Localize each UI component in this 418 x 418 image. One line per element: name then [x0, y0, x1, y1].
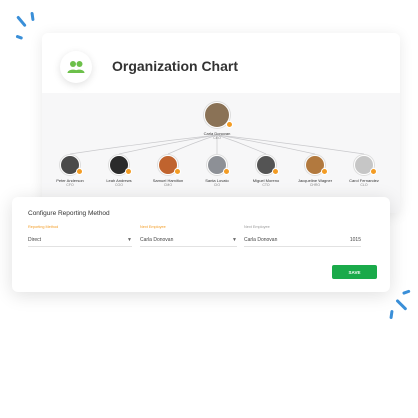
employee-role: COO	[115, 183, 123, 187]
org-chart-node[interactable]: Samuel Hamilton CMO	[142, 155, 194, 187]
org-chart-node[interactable]: Carla Donovan CEO	[191, 102, 243, 140]
decor-stroke	[395, 299, 408, 311]
org-chart-node[interactable]: Santa Lovato CIO	[191, 155, 243, 187]
employee-role: CFO	[66, 183, 74, 187]
next-employee-field[interactable]: Next Employee Carla Donovan ▼	[140, 225, 237, 247]
reporting-method-field[interactable]: Reporting Method Direct ▼	[28, 225, 132, 247]
org-chart-card: Organization Chart Carla Donovan CEO Peter…	[42, 33, 400, 213]
decor-stroke	[30, 11, 35, 22]
employee-role: CEO	[213, 136, 221, 140]
field-value: Direct	[28, 236, 42, 243]
status-badge	[76, 168, 83, 175]
status-badge	[272, 168, 279, 175]
status-badge	[125, 168, 132, 175]
avatar	[109, 155, 132, 175]
employee-role: CIO	[213, 183, 221, 187]
decor-stroke	[16, 15, 27, 28]
org-chart-node[interactable]: Carol Fernandez CLO	[338, 155, 390, 187]
chevron-down-icon[interactable]: ▼	[232, 237, 237, 243]
field-label: Next Employee	[140, 225, 166, 229]
employee-role: CMO	[163, 183, 173, 187]
decor-stroke	[15, 35, 23, 40]
avatar	[60, 155, 83, 175]
status-badge	[226, 121, 233, 128]
page-title: Organization Chart	[112, 58, 239, 74]
next-employee-select[interactable]: Carla Donovan ▼	[140, 233, 237, 247]
status-badge	[174, 168, 181, 175]
next-employee-id-field[interactable]: Next Employee Carla Donovan 1015	[244, 225, 361, 247]
status-badge	[321, 168, 328, 175]
employee-role: CHRO	[309, 183, 321, 187]
reporting-method-select[interactable]: Direct ▼	[28, 233, 132, 247]
configure-reporting-panel: Configure Reporting Method Reporting Met…	[12, 197, 390, 292]
form-title: Configure Reporting Method	[28, 210, 110, 217]
employee-role: CTO	[262, 183, 270, 187]
org-chart-node[interactable]: Leah Andrews COO	[93, 155, 145, 187]
field-label: Next Employee	[244, 225, 270, 229]
employee-role: CLO	[360, 183, 368, 187]
field-value: Carla Donovan	[244, 236, 278, 243]
decor-stroke	[402, 289, 411, 295]
avatar	[207, 155, 230, 175]
chevron-down-icon[interactable]: ▼	[127, 237, 132, 243]
people-icon	[67, 61, 85, 73]
avatar	[256, 155, 279, 175]
avatar	[158, 155, 181, 175]
status-badge	[223, 168, 230, 175]
screenshot: Organization Chart Carla Donovan CEO Peter…	[0, 0, 418, 418]
avatar	[354, 155, 377, 175]
field-label: Reporting Method	[28, 225, 59, 229]
avatar	[305, 155, 328, 175]
decor-stroke	[389, 309, 394, 320]
avatar	[204, 102, 233, 128]
employee-id-value: 1015	[349, 236, 361, 243]
field-value: Carla Donovan	[140, 236, 174, 243]
status-badge	[370, 168, 377, 175]
org-chart-node[interactable]: Jacqueline Wagner CHRO	[289, 155, 341, 187]
save-button[interactable]: SAVE	[332, 265, 377, 279]
org-chart: Carla Donovan CEO Peter Anderson CFO Leah An…	[42, 93, 400, 213]
org-chart-node[interactable]: Miguel Moreno CTO	[240, 155, 292, 187]
app-logo	[60, 51, 92, 83]
org-chart-node[interactable]: Peter Anderson CFO	[44, 155, 96, 187]
next-employee-input[interactable]: Carla Donovan 1015	[244, 233, 361, 247]
